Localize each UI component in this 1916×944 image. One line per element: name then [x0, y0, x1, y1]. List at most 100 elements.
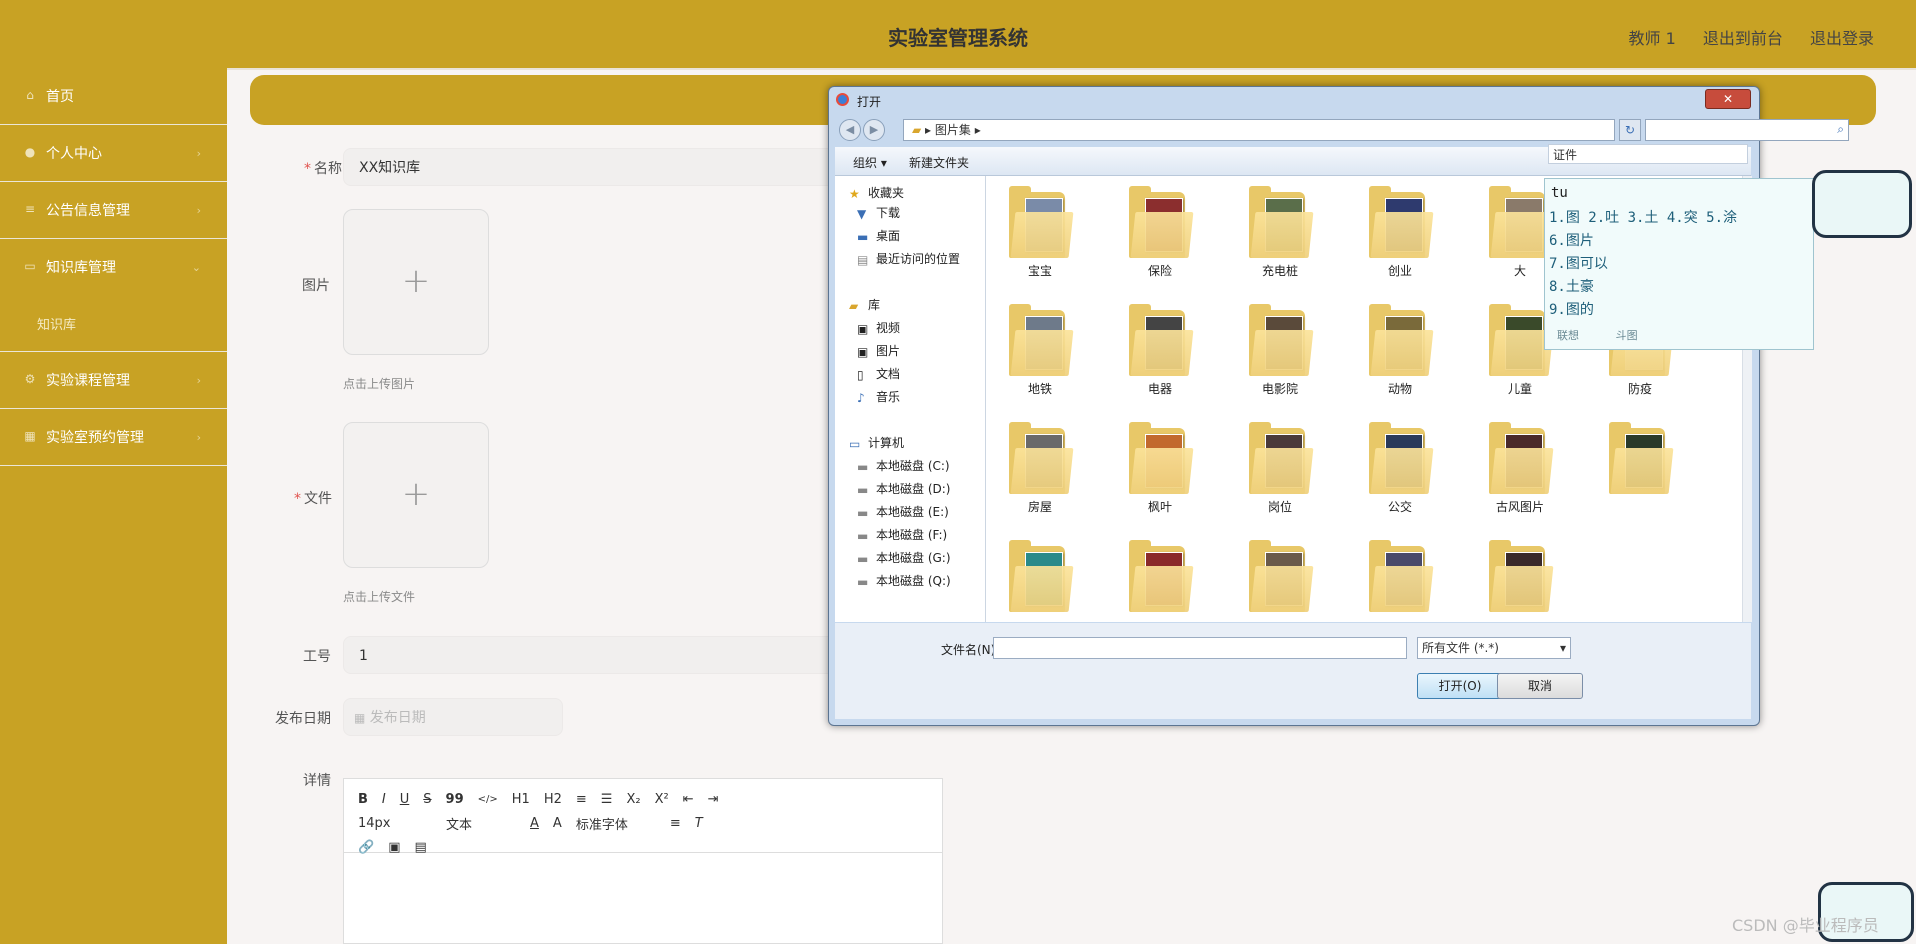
folder-item[interactable]: [1240, 532, 1320, 622]
font-family-select[interactable]: 标准字体: [576, 814, 656, 833]
ime-tab[interactable]: 斗图: [1616, 329, 1638, 342]
forward-icon[interactable]: ▶: [863, 119, 885, 141]
code-button[interactable]: </>: [478, 794, 498, 805]
jobno-label: 工号: [303, 649, 331, 665]
folder-item[interactable]: 充电桩: [1240, 178, 1320, 290]
bold-button[interactable]: B: [358, 792, 368, 807]
folder-icon: ▰: [912, 123, 922, 137]
date-input[interactable]: ▦ 发布日期: [343, 698, 563, 736]
folder-item[interactable]: [1360, 532, 1440, 622]
folder-item[interactable]: [1120, 532, 1200, 622]
font-size-select[interactable]: 14px: [358, 816, 432, 831]
back-icon[interactable]: ◀: [839, 119, 861, 141]
nav-music[interactable]: ♪ 音乐: [857, 388, 900, 405]
path-segment[interactable]: 图片集: [935, 123, 971, 137]
nav-drive-f[interactable]: ▬ 本地磁盘 (F:): [857, 526, 947, 543]
link-icon[interactable]: 🔗: [358, 840, 374, 855]
file-upload-button[interactable]: +: [343, 422, 489, 568]
refresh-icon[interactable]: ↻: [1619, 119, 1641, 141]
logout-link[interactable]: 退出登录: [1810, 29, 1874, 48]
sidebar-item-knowledge[interactable]: ▭ 知识库管理 ⌄: [0, 239, 227, 295]
folder-item[interactable]: 创业: [1360, 178, 1440, 290]
name-input[interactable]: XX知识库: [343, 148, 843, 186]
folder-item[interactable]: 房屋: [1000, 414, 1080, 526]
ime-candidate[interactable]: 9.图的: [1549, 299, 1737, 322]
sidebar-item-courses[interactable]: ⚙ 实验课程管理 ›: [0, 352, 227, 409]
folder-item[interactable]: 动物: [1360, 296, 1440, 408]
subscript-button[interactable]: X₂: [626, 792, 640, 807]
nav-drive-c[interactable]: ▬ 本地磁盘 (C:): [857, 457, 950, 474]
nav-library[interactable]: ▰ 库: [849, 296, 880, 313]
folder-icon: [1009, 304, 1074, 376]
cancel-button[interactable]: 取消: [1497, 673, 1583, 699]
search-suggestion[interactable]: 证件: [1548, 144, 1748, 164]
nav-downloads[interactable]: ▼ 下载: [857, 204, 900, 221]
nav-drive-d[interactable]: ▬ 本地磁盘 (D:): [857, 480, 950, 497]
nav-drive-q[interactable]: ▬ 本地磁盘 (Q:): [857, 572, 951, 589]
align-icon[interactable]: ≡: [670, 816, 681, 831]
superscript-button[interactable]: X²: [655, 792, 669, 807]
sidebar-subitem-knowledge-base[interactable]: 知识库: [0, 295, 227, 352]
background-color-icon[interactable]: A: [553, 816, 562, 831]
italic-button[interactable]: I: [382, 792, 386, 807]
nav-documents[interactable]: ▯ 文档: [857, 365, 900, 382]
folder-item[interactable]: [1600, 414, 1680, 526]
video-icon[interactable]: ▤: [414, 840, 426, 855]
nav-drive-g[interactable]: ▬ 本地磁盘 (G:): [857, 549, 951, 566]
sidebar-item-reservations[interactable]: ▦ 实验室预约管理 ›: [0, 409, 227, 466]
nav-computer[interactable]: ▭ 计算机: [849, 434, 904, 451]
folder-item[interactable]: 电影院: [1240, 296, 1320, 408]
organize-menu[interactable]: 组织 ▾: [853, 154, 887, 171]
folder-label: 保险: [1147, 264, 1172, 278]
quote-button[interactable]: 99: [446, 792, 464, 807]
ime-candidate-row[interactable]: 1.图 2.吐 3.土 4.突 5.涂: [1549, 207, 1737, 230]
rich-text-editor[interactable]: B I U S 99 </> H1 H2 ≡ ☰ X₂ X² ⇤ ⇥ 14px …: [343, 778, 943, 944]
nav-desktop[interactable]: ▬ 桌面: [857, 227, 900, 244]
sidebar-item-notices[interactable]: ≡ 公告信息管理 ›: [0, 182, 227, 239]
front-link[interactable]: 退出到前台: [1703, 29, 1783, 48]
image-upload-button[interactable]: +: [343, 209, 489, 355]
ime-candidate[interactable]: 6.图片: [1549, 230, 1737, 253]
underline-button[interactable]: U: [400, 792, 410, 807]
h2-button[interactable]: H2: [544, 792, 562, 807]
image-icon[interactable]: ▣: [388, 840, 400, 855]
bullet-list-button[interactable]: ☰: [601, 792, 613, 807]
nav-videos[interactable]: ▣ 视频: [857, 319, 900, 336]
sidebar-item-profile[interactable]: ● 个人中心 ›: [0, 125, 227, 182]
outdent-button[interactable]: ⇤: [683, 792, 694, 807]
open-button[interactable]: 打开(O): [1417, 673, 1503, 699]
nav-pictures[interactable]: ▣ 图片: [857, 342, 900, 359]
nav-favorites[interactable]: ★ 收藏夹: [849, 184, 904, 201]
sidebar-item-home[interactable]: ⌂ 首页: [0, 68, 227, 125]
text-type-select[interactable]: 文本: [446, 814, 516, 833]
jobno-input[interactable]: 1: [343, 636, 843, 674]
clear-format-icon[interactable]: T: [695, 816, 703, 831]
folder-item[interactable]: 岗位: [1240, 414, 1320, 526]
ordered-list-button[interactable]: ≡: [576, 792, 587, 807]
font-color-icon[interactable]: A: [530, 816, 539, 831]
ime-candidate[interactable]: 8.土豪: [1549, 276, 1737, 299]
h1-button[interactable]: H1: [512, 792, 530, 807]
filename-input[interactable]: [993, 637, 1407, 659]
new-folder-button[interactable]: 新建文件夹: [909, 154, 969, 171]
ime-candidate[interactable]: 7.图可以: [1549, 253, 1737, 276]
dialog-close-button[interactable]: ✕: [1705, 89, 1751, 109]
folder-item[interactable]: 地铁: [1000, 296, 1080, 408]
folder-item[interactable]: 公交: [1360, 414, 1440, 526]
folder-item[interactable]: 电器: [1120, 296, 1200, 408]
filetype-select[interactable]: 所有文件 (*.*) ▾: [1417, 637, 1571, 659]
address-input[interactable]: ▰ ▸ 图片集 ▸: [903, 119, 1615, 141]
folder-item[interactable]: 保险: [1120, 178, 1200, 290]
folder-item[interactable]: 枫叶: [1120, 414, 1200, 526]
nav-recent[interactable]: ▤ 最近访问的位置: [857, 250, 960, 267]
folder-item[interactable]: 古风图片: [1480, 414, 1560, 526]
strike-button[interactable]: S: [423, 792, 431, 807]
dialog-search-input[interactable]: ⌕: [1645, 119, 1849, 141]
indent-button[interactable]: ⇥: [708, 792, 719, 807]
folder-item[interactable]: [1480, 532, 1560, 622]
nav-drive-e[interactable]: ▬ 本地磁盘 (E:): [857, 503, 949, 520]
folder-item[interactable]: [1000, 532, 1080, 622]
ime-tab[interactable]: 联想: [1557, 329, 1579, 342]
folder-icon: [1489, 422, 1554, 494]
folder-item[interactable]: 宝宝: [1000, 178, 1080, 290]
